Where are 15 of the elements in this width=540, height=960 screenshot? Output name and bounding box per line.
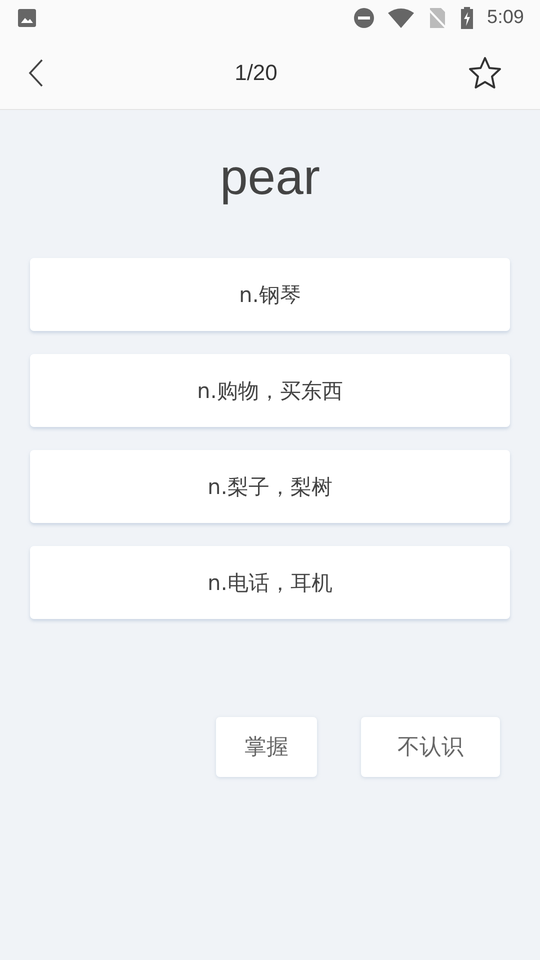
back-icon	[28, 58, 44, 86]
no-sim-icon	[427, 7, 448, 29]
answer-option[interactable]: n.钢琴	[30, 258, 510, 331]
mastered-button[interactable]: 掌握	[216, 717, 317, 777]
status-time: 5:09	[487, 7, 524, 29]
answer-option[interactable]: n.购物，买东西	[30, 354, 510, 427]
answer-option[interactable]: n.电话，耳机	[30, 546, 510, 619]
battery-charging-icon	[460, 7, 474, 29]
do-not-disturb-icon	[353, 7, 376, 29]
unknown-button[interactable]: 不认识	[361, 717, 500, 777]
answer-option[interactable]: n.梨子，梨树	[30, 450, 510, 523]
image-icon	[17, 8, 37, 28]
progress-counter: 1/20	[234, 60, 278, 86]
wifi-icon	[388, 8, 414, 28]
word-title: pear	[220, 148, 320, 206]
